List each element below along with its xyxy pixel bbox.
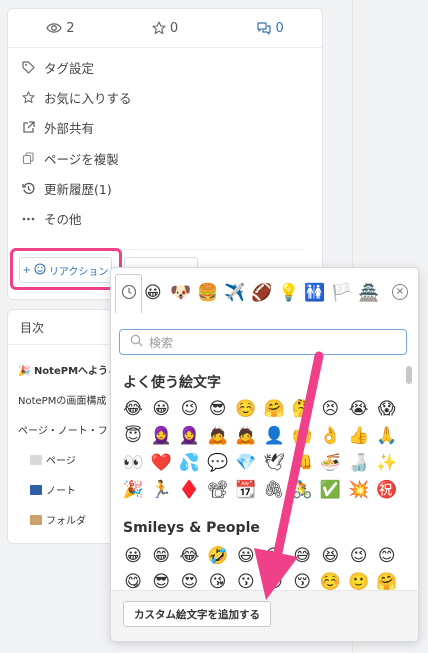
annotation-arrow [254, 351, 324, 600]
